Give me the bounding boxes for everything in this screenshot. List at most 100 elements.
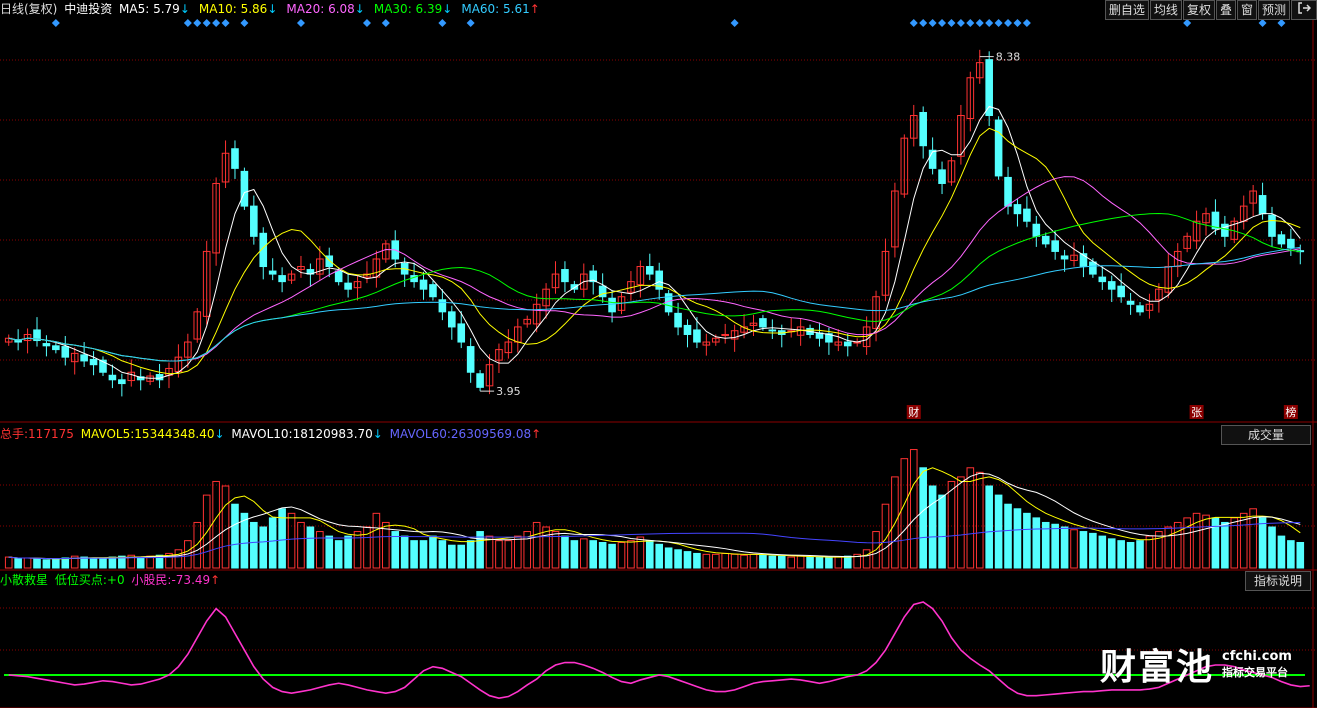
remove-favorite-button[interactable]: 删自选 — [1104, 0, 1149, 20]
ma-legend: MA5: 5.79↓ MA10: 5.86↓ MA20: 6.08↓ MA30: 6.… — [119, 2, 549, 16]
mavol60-label: MAVOL60: — [389, 427, 451, 441]
volume-bar — [1211, 517, 1220, 569]
mavol5-label: MAVOL5: — [80, 427, 135, 441]
volume-bar — [391, 531, 400, 569]
signal-diamond — [466, 19, 475, 27]
volume-bar — [1277, 535, 1286, 569]
signal-diamond — [221, 19, 230, 27]
volume-bar — [1221, 521, 1229, 569]
period-label[interactable]: 日线(复权) — [0, 2, 57, 16]
indicator-header: 小散救星 低位买点:+0 小股民:-73.49↑ — [0, 573, 221, 587]
candle-body — [118, 379, 126, 385]
volume-bar — [4, 556, 13, 569]
candle-body — [759, 318, 767, 328]
volume-bar — [1051, 523, 1059, 569]
volume-bar — [250, 521, 258, 569]
candle-body — [693, 329, 701, 343]
volume-bar — [834, 556, 843, 569]
volume-bar — [561, 535, 569, 569]
volume-bar — [136, 556, 145, 569]
candle-body — [683, 324, 692, 335]
candle-body — [1268, 214, 1276, 237]
candle-body — [1041, 235, 1050, 245]
volume-bar — [99, 558, 107, 569]
indicator-name: 小散救星 — [0, 573, 49, 587]
volume-bar — [1070, 529, 1078, 569]
volume-bar — [966, 467, 975, 569]
candle-body — [231, 148, 239, 169]
volume-bar — [61, 557, 70, 569]
high-label: 8.38 — [996, 51, 1021, 64]
ma5-line — [8, 105, 1301, 379]
volume-bar — [787, 556, 795, 569]
volume-bar — [259, 526, 268, 569]
volume-select-button[interactable]: 成交量 — [1221, 425, 1311, 445]
candle-body — [457, 323, 466, 343]
volume-bar — [975, 471, 984, 569]
volume-bar — [108, 556, 117, 569]
candle-body — [429, 284, 437, 298]
volume-bar — [353, 531, 362, 569]
candle-body — [1287, 238, 1295, 249]
volume-bar — [23, 557, 32, 569]
volume-bar — [928, 485, 937, 569]
ma-legend-item: MA60: 5.61↑ — [461, 2, 540, 16]
signal-diamond — [1013, 19, 1022, 27]
overlay-button[interactable]: 叠 — [1215, 0, 1236, 20]
volume-bar — [900, 458, 909, 569]
small-investor-label: 小股民: — [131, 573, 172, 587]
watermark-subtitle: 指标交易平台 — [1222, 665, 1289, 679]
candle-body — [1032, 223, 1041, 237]
adjust-button[interactable]: 复权 — [1182, 0, 1215, 20]
candle-body — [1136, 305, 1144, 313]
signal-diamond — [919, 19, 928, 27]
signal-diamond — [202, 19, 211, 27]
volume-bar — [862, 549, 871, 569]
volume-bar — [429, 535, 437, 569]
volume-bar — [645, 540, 654, 569]
volume-bar — [579, 538, 588, 569]
volume-bar — [570, 540, 579, 569]
volume-bar — [80, 556, 88, 569]
signal-diamond — [240, 19, 249, 27]
volume-bar — [1258, 517, 1267, 569]
signal-diamond — [985, 19, 994, 27]
indicator-explain-button[interactable]: 指标说明 — [1244, 571, 1311, 591]
volume-bar — [985, 485, 993, 569]
forecast-button[interactable]: 预测 — [1257, 0, 1290, 20]
volume-bar — [400, 535, 409, 569]
volume-bar — [1164, 526, 1173, 569]
volume-bar — [730, 553, 739, 569]
volume-bar — [410, 540, 418, 569]
candle-body — [61, 346, 70, 358]
signal-diamond — [51, 19, 60, 27]
signal-diamond — [1022, 19, 1031, 27]
signal-diamond — [1183, 19, 1192, 27]
exit-icon[interactable] — [1291, 0, 1317, 20]
candle-body — [419, 279, 428, 290]
arrow-down-icon: ↓ — [267, 2, 278, 16]
volume-bar — [768, 555, 777, 569]
volume-bar — [193, 521, 202, 569]
signal-diamond — [947, 19, 956, 27]
candle-body — [843, 341, 852, 347]
volume-bar — [1023, 512, 1031, 569]
moving-average-button[interactable]: 均线 — [1149, 0, 1182, 20]
volume-bar — [721, 552, 730, 569]
ma60-line — [8, 246, 1301, 362]
signal-diamond — [212, 19, 221, 27]
candle-body — [250, 205, 258, 237]
volume-bar — [1032, 517, 1041, 569]
volume-bar — [938, 494, 946, 569]
candle-body — [466, 346, 475, 373]
candle-body — [448, 311, 456, 328]
candle-body — [1013, 204, 1022, 215]
stock-chart: 8.38 3.95 财 张 榜 — [0, 0, 1317, 708]
volume-bar — [1079, 531, 1088, 569]
candle-body — [674, 312, 682, 328]
volume-bar — [825, 557, 833, 569]
volume-bar — [372, 512, 381, 569]
ma-legend-item: MA20: 6.08↓ — [286, 2, 365, 16]
window-button[interactable]: 窗 — [1236, 0, 1257, 20]
candle-body — [645, 266, 654, 275]
